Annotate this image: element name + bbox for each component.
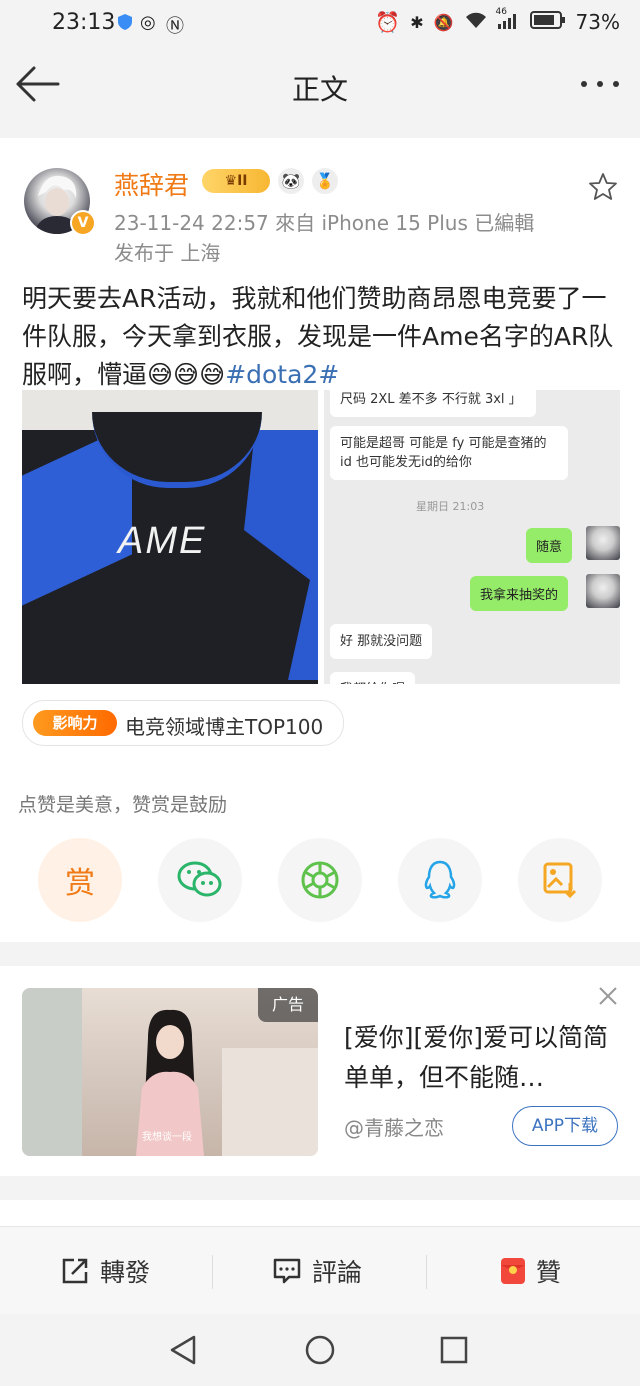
ad-caption: 我想谈一段 <box>142 1132 192 1143</box>
jersey-name-text: AME <box>118 520 207 562</box>
app-download-button[interactable]: APP下载 <box>512 1106 618 1146</box>
star-icon <box>589 173 617 200</box>
chat-avatar <box>586 574 620 608</box>
comment-label: 評論 <box>312 1258 363 1287</box>
more-dots-icon <box>581 81 619 87</box>
nfc-icon: Ⓝ <box>166 16 184 37</box>
influence-text: 电竞领域博主TOP100 <box>125 715 324 739</box>
more-button[interactable] <box>578 72 622 96</box>
wifi-icon <box>464 10 488 34</box>
mute-icon: 🔕 <box>433 12 454 32</box>
status-time: 23:13 <box>52 10 116 35</box>
alarm-icon: ⏰ <box>375 10 401 34</box>
square-recents-icon <box>440 1336 468 1364</box>
like-button[interactable]: 贊 <box>500 1253 561 1289</box>
ad-source: @青藤之恋 <box>344 1116 444 1140</box>
page-title: 正文 <box>291 73 348 106</box>
circle-home-icon <box>305 1335 335 1365</box>
signal-icon: 46 <box>496 7 520 32</box>
post-timestamp-source: 23-11-24 22:57 來自 iPhone 15 Plus 已編輯 <box>114 211 535 235</box>
chat-reply: 随意 <box>526 528 573 563</box>
comment-icon <box>273 1258 301 1284</box>
close-icon <box>599 987 617 1005</box>
repost-label: 轉發 <box>100 1258 151 1287</box>
user-badges: ♛ II 🐼 🏅 <box>202 168 338 194</box>
nav-home-button[interactable] <box>304 1334 336 1370</box>
repost-button[interactable]: 轉發 <box>60 1253 150 1289</box>
vibrate-icon: ✱ <box>410 12 424 32</box>
sync-icon: ◎ <box>140 12 156 33</box>
username[interactable]: 燕辞君 <box>114 166 189 202</box>
crown-level-badge[interactable]: ♛ II <box>202 169 270 193</box>
chat-message-cut: 尺码 2XL 差不多 不行就 3xl 」 <box>330 390 536 417</box>
nav-header: 正文 <box>0 50 640 126</box>
post-image-chat[interactable]: 尺码 2XL 差不多 不行就 3xl 」 可能是超哥 可能是 fy 可能是查猪的… <box>324 390 620 684</box>
next-card-peek <box>0 1200 640 1226</box>
qq-icon <box>424 860 456 899</box>
reward-button[interactable]: 赏 <box>38 838 122 922</box>
share-row: 赏 <box>38 838 604 924</box>
status-bar: 23:13 ◎ Ⓝ ⏰ ✱ 🔕 46 73% <box>0 0 640 50</box>
red-envelope-like-icon <box>501 1258 525 1284</box>
action-bar: 轉發 評論 贊 <box>0 1226 640 1315</box>
comment-button[interactable]: 評論 <box>272 1253 362 1289</box>
panda-badge-icon[interactable]: 🐼 <box>278 168 304 194</box>
verified-v-icon: V <box>70 210 96 236</box>
favorite-button[interactable] <box>588 172 618 202</box>
medal-badge-icon[interactable]: 🏅 <box>312 168 338 194</box>
ad-title[interactable]: [爱你][爱你]爱可以简简单单，但不能随… <box>344 1018 614 1098</box>
influence-badge[interactable]: 影响力 电竞领域博主TOP100 <box>22 700 344 746</box>
post-body: 明天要去AR活动，我就和他们赞助商昂恩电竞要了一件队服，今天拿到衣服，发现是一件… <box>22 280 622 394</box>
system-nav-bar <box>0 1314 640 1386</box>
wechat-icon <box>177 861 222 897</box>
triangle-back-icon <box>170 1335 196 1365</box>
moments-icon <box>301 861 339 899</box>
reward-hint: 点赞是美意，赞赏是鼓励 <box>18 794 228 816</box>
save-image-button[interactable] <box>518 838 602 922</box>
post-image-jersey[interactable]: AME <box>22 390 318 684</box>
nav-back-button[interactable] <box>168 1334 198 1370</box>
wechat-share-button[interactable] <box>158 838 242 922</box>
battery-icon <box>529 10 566 34</box>
chat-message: 可能是超哥 可能是 fy 可能是查猪的 id 也可能发无id的给你 <box>330 426 568 480</box>
save-image-icon <box>543 862 577 899</box>
hashtag-link[interactable]: #dota2# <box>225 360 339 389</box>
chat-avatar <box>586 526 620 560</box>
chat-message: 好 那就没问题 <box>330 624 433 659</box>
shield-icon <box>118 14 132 34</box>
chat-message-cut: 我都给你喔 <box>330 672 416 684</box>
status-icons: ⏰ ✱ 🔕 46 73% <box>375 7 620 35</box>
chat-reply: 我拿来抽奖的 <box>470 576 569 611</box>
post-card: V 燕辞君 ♛ II 🐼 🏅 23-11-24 22:57 來自 iPhone … <box>0 138 640 942</box>
post-location: 发布于 上海 <box>114 241 221 265</box>
like-label: 贊 <box>536 1258 562 1287</box>
chat-time: 星期日 21:03 <box>416 500 485 513</box>
moments-share-button[interactable] <box>278 838 362 922</box>
ad-close-button[interactable] <box>598 986 618 1006</box>
repost-icon <box>62 1258 88 1284</box>
ad-card[interactable]: 我想谈一段 广告 [爱你][爱你]爱可以简简单单，但不能随… @青藤之恋 APP… <box>0 966 640 1176</box>
post-meta: 23-11-24 22:57 來自 iPhone 15 Plus 已編輯 发布于… <box>114 208 534 268</box>
battery-level: 73% <box>575 10 620 34</box>
ad-image[interactable]: 我想谈一段 广告 <box>22 988 318 1156</box>
influence-logo: 影响力 <box>33 710 117 736</box>
qq-share-button[interactable] <box>398 838 482 922</box>
ad-label: 广告 <box>258 988 318 1022</box>
nav-recents-button[interactable] <box>440 1336 468 1368</box>
